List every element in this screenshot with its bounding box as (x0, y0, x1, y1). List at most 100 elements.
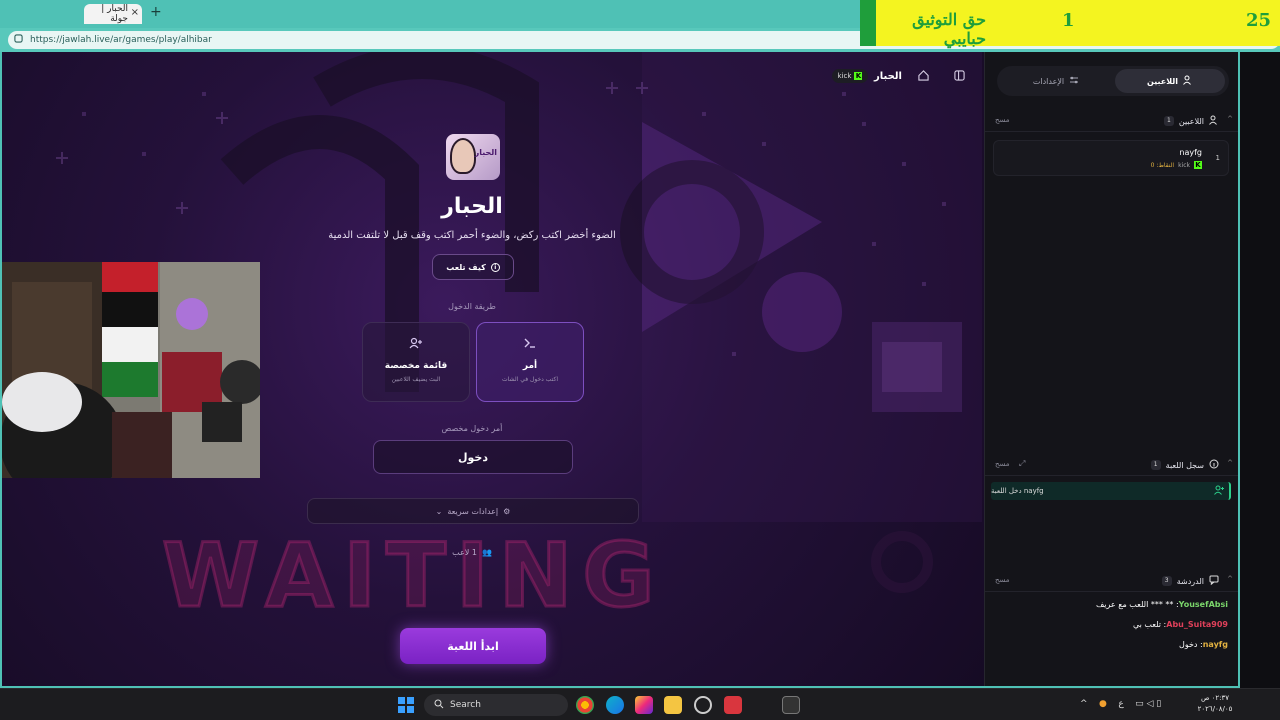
chevron-up-icon[interactable]: ^ (1227, 459, 1233, 467)
players-section-label: اللاعبين (1178, 116, 1204, 126)
chat-count-badge: 3 (1161, 576, 1172, 586)
entry-method-label: طريقة الدخول (448, 302, 496, 311)
chat-message: YousefAbsi: ** *** اللعب مع عريف (1095, 600, 1228, 609)
players-section-title: اللاعبين 1 (1163, 115, 1219, 127)
kick-badge: kick K (832, 69, 868, 83)
tab-settings-label: الإعدادات (1032, 76, 1065, 86)
chat-section-label: الدردشة (1176, 576, 1204, 586)
banner-mid-number: 1 (1062, 10, 1075, 31)
chevron-up-icon[interactable]: ^ (1080, 699, 1088, 709)
player-platform: kick (1178, 161, 1190, 169)
banner-text: حق التوثيق حبايبي (912, 10, 986, 48)
kick-logo-icon: K (854, 72, 863, 80)
tab-players[interactable]: اللاعبين (1115, 69, 1225, 93)
sidebar: اللاعبين الإعدادات ^ اللاعبين 1 مسح 1 na… (984, 52, 1238, 686)
page: WAITING الحبار kick K الحبار الحبار الضو… (0, 52, 1240, 688)
clear-chat-button[interactable]: مسح (995, 576, 1010, 584)
players-section-header[interactable]: ^ اللاعبين 1 مسح (985, 110, 1238, 132)
game-log-section-label: سجل اللعبة (1165, 460, 1204, 470)
instagram-icon[interactable] (635, 696, 653, 714)
player-row[interactable]: 1 nayfg K kick النقاط: 0 (993, 140, 1229, 176)
site-info-icon[interactable] (14, 34, 23, 45)
search-label: Search (450, 700, 481, 710)
chat-bubble-icon (1209, 575, 1219, 587)
doll-face-image (450, 138, 476, 174)
language-indicator[interactable]: ع (1118, 699, 1123, 709)
clear-players-button[interactable]: مسح (995, 116, 1010, 124)
kick-logo-icon: K (1194, 161, 1202, 169)
kick-label: kick (837, 72, 852, 80)
webcam-feed (2, 262, 260, 478)
waiting-background-text: WAITING (161, 523, 665, 629)
network-icon[interactable]: ▭ (1135, 699, 1144, 709)
card-title: قائمة مخصصة (384, 361, 448, 371)
players-count-badge: 1 (1163, 116, 1174, 126)
player-rank: 1 (1215, 154, 1220, 162)
start-game-button[interactable]: ابدأ اللعبة (400, 628, 546, 664)
game-log-section-title: سجل اللعبة 1 (1150, 459, 1219, 471)
microphone-icon[interactable]: ● (1099, 699, 1107, 709)
users-icon: 👥 (481, 548, 492, 557)
webcam-image (2, 262, 260, 478)
taskbar: Search ^ ● ع ▭ ◁ ▯ ٠٢:٣٧ ص ٢٠٢٦/٠٨/٠٥ (0, 688, 1280, 720)
game-log-section-header[interactable]: ^ سجل اللعبة 1 ⤢ مسح (985, 454, 1238, 476)
log-entry: nayfg دخل اللعبة (991, 482, 1231, 500)
close-icon[interactable]: × (131, 7, 139, 18)
chevron-down-icon: ⌄ (435, 506, 443, 516)
game-description: الضوء أخضر اكتب ركض، والضوء أحمر اكتب وق… (328, 230, 616, 241)
players-count-label: 1 لاعب (452, 548, 477, 557)
clock-time: ٠٢:٣٧ ص (1200, 694, 1230, 702)
how-to-play-button[interactable]: i كيف تلعب (432, 254, 514, 280)
taskbar-search[interactable]: Search (424, 694, 568, 716)
exit-icon[interactable] (954, 70, 965, 84)
quick-settings-toggle[interactable]: ⚙ إعدادات سريعة ⌄ (307, 498, 639, 524)
chrome-icon[interactable] (576, 696, 594, 714)
chat-username: nayfg (1202, 640, 1228, 649)
chat-message: nayfg: دخول (1179, 640, 1228, 649)
volume-icon[interactable]: ◁ (1147, 699, 1154, 709)
browser-tab-title: الحبار | جولة (101, 4, 128, 24)
entry-method-custom-list-card[interactable]: قائمة مخصصة البث يضيف اللاعبين (362, 322, 470, 402)
chevron-up-icon[interactable]: ^ (1227, 115, 1233, 123)
chat-text: دخول (1179, 640, 1198, 649)
browser-tab[interactable]: الحبار | جولة × (84, 4, 142, 24)
terminal-icon (523, 337, 537, 355)
users-icon (1183, 75, 1193, 87)
info-icon: i (490, 262, 500, 272)
users-icon (1209, 115, 1219, 127)
edge-icon[interactable] (606, 696, 624, 714)
banner-left-number: 25 (1246, 10, 1272, 31)
players-count: 👥 1 لاعب (442, 548, 502, 557)
game-logo-text: الحبار (474, 148, 497, 157)
taskbar-clock[interactable]: ٠٢:٣٧ ص ٢٠٢٦/٠٨/٠٥ (1190, 693, 1240, 715)
terminal-app-icon[interactable] (782, 696, 800, 714)
tab-settings[interactable]: الإعدادات (1001, 69, 1111, 93)
file-explorer-icon[interactable] (664, 696, 682, 714)
sidebar-tabs: اللاعبين الإعدادات (997, 66, 1229, 96)
windows-start-icon[interactable] (398, 697, 414, 713)
chat-section-title: الدردشة 3 (1161, 575, 1219, 587)
user-joined-icon (1214, 485, 1224, 497)
obs-icon[interactable] (694, 696, 712, 714)
game-log-count-badge: 1 (1150, 460, 1161, 470)
system-tray[interactable]: ^ ● ع ▭ ◁ ▯ (1080, 699, 1161, 709)
expand-icon[interactable]: ⤢ (1019, 459, 1025, 469)
capture-app-icon[interactable] (724, 696, 742, 714)
chat-section-header[interactable]: ^ الدردشة 3 مسح (985, 570, 1238, 592)
clear-log-button[interactable]: مسح (995, 460, 1010, 468)
tab-players-label: اللاعبين (1147, 76, 1179, 86)
custom-command-input[interactable]: دخول (373, 440, 573, 474)
battery-icon[interactable]: ▯ (1156, 699, 1161, 709)
screen: الحبار | جولة × + https://jawlah.live/ar… (0, 0, 1280, 720)
quick-settings-label: إعدادات سريعة (447, 506, 499, 516)
card-subtitle: البث يضيف اللاعبين (391, 376, 441, 383)
home-icon[interactable] (918, 70, 929, 84)
player-meta: K kick النقاط: 0 (1151, 161, 1202, 169)
chevron-up-icon[interactable]: ^ (1227, 575, 1233, 583)
entry-method-command-card[interactable]: أمر اكتب دخول في الشات (476, 322, 584, 402)
info-icon (1209, 459, 1219, 471)
settings-gear-icon: ⚙ (503, 506, 511, 516)
new-tab-button[interactable]: + (150, 4, 162, 20)
chat-text: ** *** اللعب مع عريف (1095, 600, 1174, 609)
card-subtitle: اكتب دخول في الشات (502, 376, 558, 383)
